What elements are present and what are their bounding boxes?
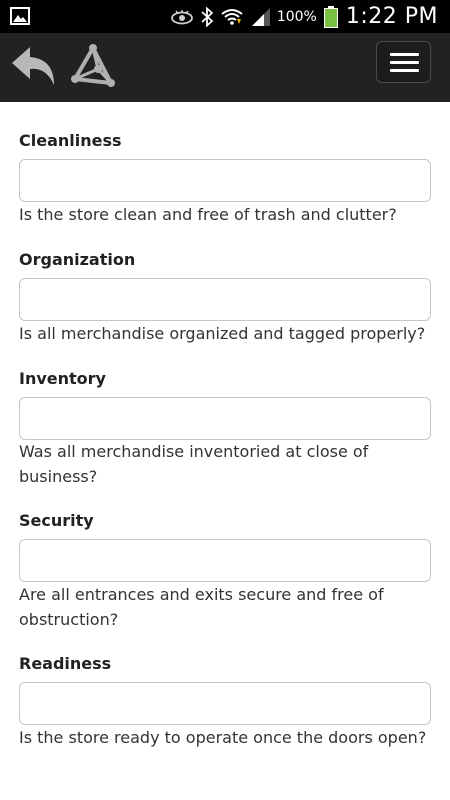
- eye-icon: [170, 9, 193, 24]
- signal-icon: [251, 7, 270, 26]
- battery-percent: 100%: [276, 8, 317, 25]
- organization-label: Organization: [19, 250, 136, 269]
- bluetooth-icon: [201, 6, 213, 27]
- inventory-help: Was all merchandise inventoried at close…: [19, 442, 369, 486]
- inventory-label: Inventory: [19, 369, 106, 388]
- back-button[interactable]: [10, 45, 58, 89]
- gallery-icon: [10, 7, 30, 25]
- triangle-logo-icon: [71, 44, 115, 87]
- hamburger-menu-icon: [390, 61, 419, 64]
- wifi-icon: [221, 8, 243, 25]
- security-label: Security: [19, 511, 94, 530]
- cleanliness-help: Is the store clean and free of trash and…: [19, 205, 397, 224]
- battery-icon: [323, 5, 338, 28]
- readiness-input[interactable]: [19, 682, 431, 725]
- clock: 1:22 PM: [345, 4, 438, 29]
- organization-input[interactable]: [19, 278, 431, 321]
- hamburger-menu-icon: [390, 53, 419, 56]
- inventory-input[interactable]: [19, 397, 431, 440]
- cleanliness-input[interactable]: [19, 159, 431, 202]
- security-input[interactable]: [19, 539, 431, 582]
- cleanliness-label: Cleanliness: [19, 131, 122, 150]
- hamburger-menu-icon: [390, 69, 419, 72]
- app-header: [0, 33, 450, 102]
- menu-button[interactable]: [376, 41, 431, 83]
- readiness-help: Is the store ready to operate once the d…: [19, 728, 427, 747]
- back-arrow-icon: [12, 47, 54, 85]
- organization-help: Is all merchandise organized and tagged …: [19, 324, 426, 343]
- status-bar: 100% 1:22 PM: [0, 0, 450, 33]
- security-help: Are all entrances and exits secure and f…: [19, 585, 384, 629]
- readiness-label: Readiness: [19, 654, 112, 673]
